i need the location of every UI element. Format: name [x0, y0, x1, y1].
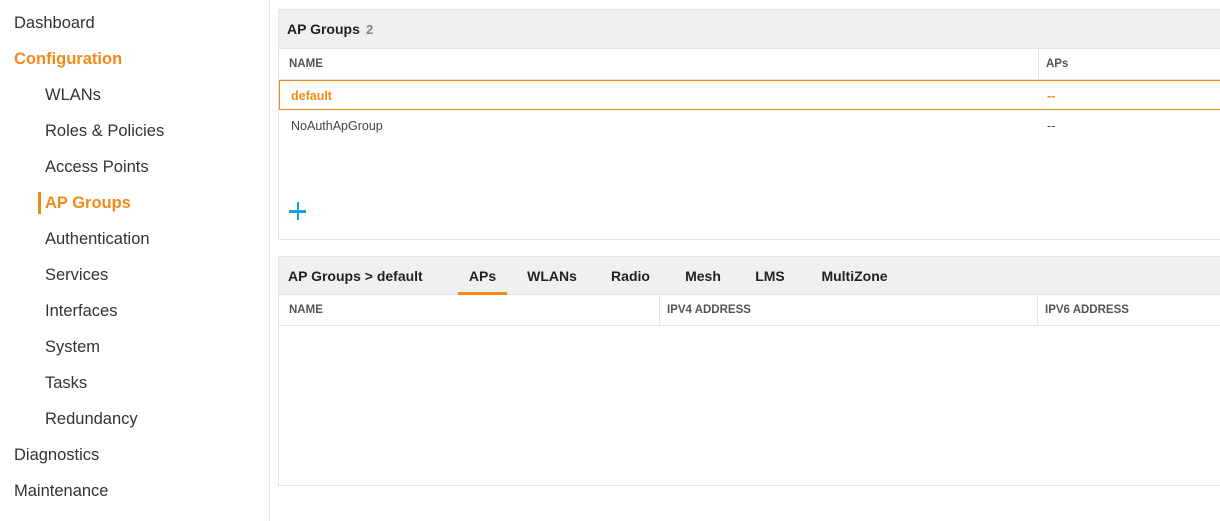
column-divider: [1038, 49, 1039, 80]
row-name: NoAuthApGroup: [291, 119, 383, 133]
table-header-row: NAME IPV4 ADDRESS IPV6 ADDRESS: [279, 295, 1220, 326]
column-divider: [659, 295, 660, 326]
main-content: AP Groups 2 NAME APs default -- NoAuthAp…: [270, 0, 1220, 521]
sidebar-item-tasks[interactable]: Tasks: [45, 369, 87, 397]
row-aps: --: [1047, 89, 1056, 103]
column-header-ipv6-address[interactable]: IPV6 ADDRESS: [1045, 295, 1129, 326]
group-count-badge: 2: [366, 22, 374, 37]
active-item-indicator: [38, 192, 41, 214]
tab-aps[interactable]: APs: [458, 257, 507, 295]
tab-multizone[interactable]: MultiZone: [818, 257, 891, 295]
table-row[interactable]: default --: [279, 80, 1220, 110]
plus-icon[interactable]: [287, 200, 309, 222]
sidebar-item-roles-policies[interactable]: Roles & Policies: [45, 117, 164, 145]
sidebar-item-diagnostics[interactable]: Diagnostics: [14, 441, 99, 469]
sidebar-item-wlans[interactable]: WLANs: [45, 81, 101, 109]
ap-groups-header: AP Groups 2: [279, 10, 1220, 49]
ap-groups-panel: AP Groups 2 NAME APs default -- NoAuthAp…: [278, 9, 1220, 240]
tab-mesh[interactable]: Mesh: [683, 257, 723, 295]
table-row[interactable]: NoAuthApGroup --: [279, 111, 1220, 141]
ap-group-detail-panel: AP Groups > default APs WLANs Radio Mesh…: [278, 256, 1220, 486]
column-divider: [1037, 295, 1038, 326]
column-header-name[interactable]: NAME: [289, 49, 323, 80]
column-header-ipv4-address[interactable]: IPV4 ADDRESS: [667, 295, 751, 326]
sidebar-nav: Dashboard Configuration WLANs Roles & Po…: [0, 0, 270, 521]
row-aps: --: [1047, 119, 1056, 133]
table-header-row: NAME APs: [279, 49, 1220, 80]
column-header-aps[interactable]: APs: [1046, 49, 1068, 80]
sidebar-item-access-points[interactable]: Access Points: [45, 153, 149, 181]
sidebar-item-configuration[interactable]: Configuration: [14, 45, 122, 73]
tab-radio[interactable]: Radio: [609, 257, 652, 295]
sidebar-item-services[interactable]: Services: [45, 261, 108, 289]
breadcrumb: AP Groups > default: [288, 268, 423, 284]
sidebar-item-system[interactable]: System: [45, 333, 100, 361]
sidebar-item-redundancy[interactable]: Redundancy: [45, 405, 138, 433]
detail-header: AP Groups > default APs WLANs Radio Mesh…: [279, 257, 1220, 295]
sidebar-item-interfaces[interactable]: Interfaces: [45, 297, 117, 325]
panel-title: AP Groups: [287, 21, 360, 37]
row-name: default: [291, 89, 332, 103]
tab-lms[interactable]: LMS: [754, 257, 786, 295]
sidebar-item-authentication[interactable]: Authentication: [45, 225, 150, 253]
sidebar-item-maintenance[interactable]: Maintenance: [14, 477, 108, 505]
column-header-name[interactable]: NAME: [289, 295, 323, 326]
sidebar-item-ap-groups[interactable]: AP Groups: [45, 189, 131, 217]
sidebar-item-dashboard[interactable]: Dashboard: [14, 9, 95, 37]
tab-wlans[interactable]: WLANs: [526, 257, 578, 295]
